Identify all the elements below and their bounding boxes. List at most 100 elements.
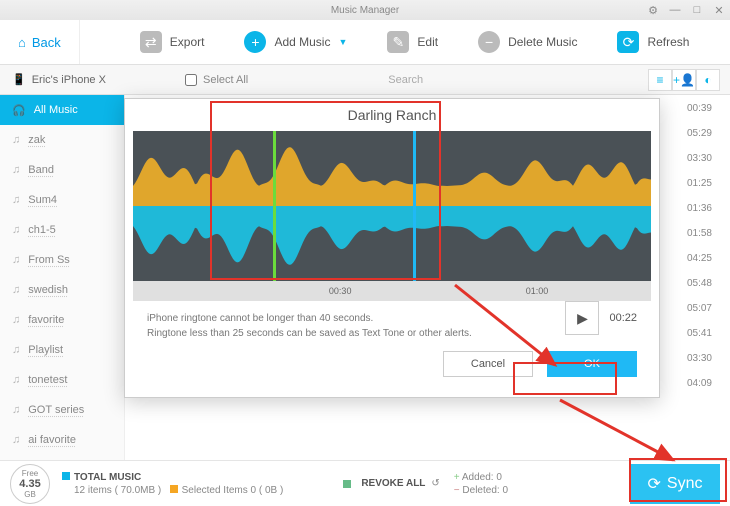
delete-icon: −: [478, 31, 500, 53]
waveform-bottom: [133, 206, 651, 281]
sidebar-item-sum4[interactable]: ♫ Sum4: [0, 185, 124, 215]
modal-title: Darling Ranch: [125, 99, 659, 131]
view-list-icon[interactable]: ≡: [648, 69, 672, 91]
revoke-all-label: REVOKE ALL: [361, 478, 425, 489]
refresh-label: Refresh: [647, 35, 689, 49]
search-input[interactable]: Search: [388, 74, 423, 86]
sidebar-item-got-series[interactable]: ♫ GOT series: [0, 395, 124, 425]
sidebar-item-all-music[interactable]: 🎧 All Music: [0, 95, 124, 125]
sidebar-item-label: Sum4: [28, 194, 57, 206]
back-label: Back: [32, 35, 61, 50]
cancel-button[interactable]: Cancel: [443, 351, 533, 377]
total-music-label: TOTAL MUSIC: [74, 472, 141, 483]
total-music-detail: 12 items ( 70.0MB ): [74, 485, 161, 496]
home-icon: ⌂: [18, 35, 26, 50]
add-music-button[interactable]: + Add Music ▼: [244, 31, 347, 53]
delete-music-label: Delete Music: [508, 35, 577, 49]
sidebar-item-zak[interactable]: ♫ zak: [0, 125, 124, 155]
minimize-icon[interactable]: —: [668, 3, 682, 17]
sidebar: 🎧All Music♫zak♫Band♫Sum4♫ch1-5♫From Ss♫s…: [0, 95, 125, 490]
playlist-icon: ♫: [12, 194, 20, 206]
duration-cell: 03:30: [687, 353, 712, 364]
settings-icon[interactable]: ⚙: [646, 3, 660, 17]
export-label: Export: [170, 35, 205, 49]
duration-cell: 01:58: [687, 228, 712, 239]
add-user-icon[interactable]: +👤: [672, 69, 696, 91]
info-line-1: iPhone ringtone cannot be longer than 40…: [147, 311, 637, 326]
headphones-icon: 🎧: [12, 104, 26, 117]
axis-tick-1: 00:30: [329, 286, 352, 296]
refresh-icon: ⟳: [617, 31, 639, 53]
sidebar-item-swedish[interactable]: ♫swedish: [0, 275, 124, 305]
sidebar-item-label: tonetest: [28, 374, 67, 386]
play-controls: ▶ 00:22: [565, 301, 637, 335]
device-label: Eric's iPhone X: [32, 74, 106, 86]
play-button[interactable]: ▶: [565, 301, 599, 335]
edit-label: Edit: [417, 35, 438, 49]
selected-items-label: Selected Items 0 ( 0B ): [182, 485, 284, 496]
window-titlebar: Music Manager ⚙ — □ ✕: [0, 0, 730, 20]
selection-end-marker[interactable]: [413, 131, 416, 281]
playlist-icon: ♫: [12, 224, 20, 236]
sidebar-item-label: All Music: [34, 104, 78, 116]
axis-tick-2: 01:00: [526, 286, 549, 296]
waveform-display[interactable]: 00:30 01:00: [133, 131, 651, 301]
back-button[interactable]: ⌂ Back: [0, 20, 80, 64]
sidebar-item-label: Playlist: [28, 344, 63, 356]
duration-cell: 00:39: [687, 103, 712, 114]
deleted-label: Deleted: 0: [462, 485, 508, 496]
playlist-icon: ♫: [12, 344, 20, 356]
device-icon: 📱: [12, 73, 26, 86]
selection-start-marker[interactable]: [273, 131, 276, 281]
playlist-icon: ♫: [12, 134, 20, 146]
sidebar-item-tonetest[interactable]: ♫ tonetest: [0, 365, 124, 395]
sidebar-item-from-ss[interactable]: ♫ From Ss: [0, 245, 124, 275]
sidebar-item-label: Band: [28, 164, 54, 176]
chevron-down-icon: ▼: [338, 37, 347, 47]
sidebar-item-favorite[interactable]: ♫ favorite: [0, 305, 124, 335]
duration-cell: 05:41: [687, 328, 712, 339]
playlist-icon: ♫: [12, 314, 20, 326]
sidebar-item-ch1-5[interactable]: ♫ch1-5: [0, 215, 124, 245]
maximize-icon[interactable]: □: [690, 3, 704, 17]
waveform-top: [133, 131, 651, 206]
duration-cell: 04:09: [687, 378, 712, 389]
free-label: Free: [22, 469, 38, 478]
device-selector[interactable]: 📱 Eric's iPhone X: [0, 73, 125, 86]
total-music-block: TOTAL MUSIC 12 items ( 70.0MB ) Selected…: [62, 472, 283, 496]
select-all-checkbox[interactable]: Select All: [185, 74, 248, 86]
sync-label: Sync: [667, 475, 703, 493]
add-icon: +: [244, 31, 266, 53]
ringtone-editor-modal: Darling Ranch 00:30 01:00 iPhone rington…: [124, 98, 660, 398]
sidebar-item-label: zak: [28, 134, 45, 146]
sidebar-item-label: favorite: [28, 314, 64, 326]
select-all-input[interactable]: [185, 74, 197, 86]
sidebar-item-ai-favorite[interactable]: ♫ai favorite: [0, 425, 124, 455]
edit-button[interactable]: ✎ Edit: [387, 31, 438, 53]
sidebar-item-label: GOT series: [28, 404, 84, 416]
sidebar-item-band[interactable]: ♫Band: [0, 155, 124, 185]
duration-cell: 05:29: [687, 128, 712, 139]
close-icon[interactable]: ✕: [712, 3, 726, 17]
delete-music-button[interactable]: − Delete Music: [478, 31, 577, 53]
sidebar-item-label: From Ss: [28, 254, 70, 266]
revoke-all-button[interactable]: REVOKE ALL ↺: [343, 478, 439, 489]
duration-cell: 01:25: [687, 178, 712, 189]
duration-cell: 01:36: [687, 203, 712, 214]
sync-button[interactable]: ⟳ Sync: [630, 464, 720, 504]
playlist-icon: ♫: [12, 374, 20, 386]
ok-button[interactable]: OK: [547, 351, 637, 377]
duration-cell: 05:07: [687, 303, 712, 314]
playlist-icon: ♫: [12, 254, 20, 266]
playlist-icon: ♫: [12, 404, 20, 416]
undo-icon: ↺: [431, 478, 439, 489]
sidebar-item-playlist[interactable]: ♫ Playlist: [0, 335, 124, 365]
duration-column: 00:3905:2903:3001:2501:3601:5804:2505:48…: [687, 103, 712, 389]
globe-icon[interactable]: ◐: [696, 69, 720, 91]
sync-icon: ⟳: [648, 474, 661, 494]
duration-cell: 05:48: [687, 278, 712, 289]
export-icon: ⇄: [140, 31, 162, 53]
refresh-button[interactable]: ⟳ Refresh: [617, 31, 689, 53]
export-button[interactable]: ⇄ Export: [140, 31, 205, 53]
playlist-icon: ♫: [12, 284, 20, 296]
